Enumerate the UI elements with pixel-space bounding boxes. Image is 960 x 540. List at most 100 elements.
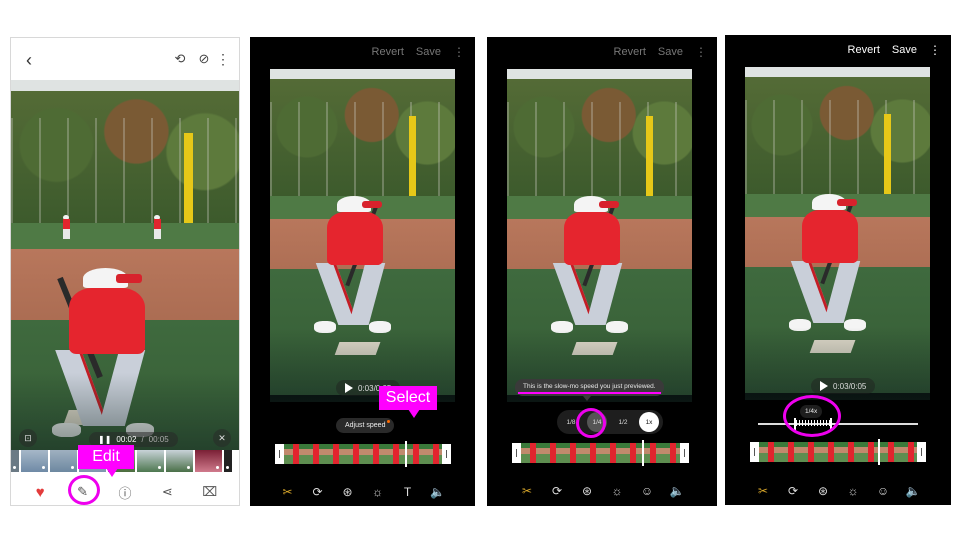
more-options-button[interactable]: ⋮	[929, 43, 941, 57]
scissors-icon: ✂	[521, 484, 533, 498]
trash-icon: ⌧	[202, 484, 218, 499]
more-options-button[interactable]: ⋮	[453, 45, 465, 59]
speed-option-1x[interactable]: 1x	[639, 412, 659, 432]
playhead[interactable]	[642, 440, 644, 466]
adjust-tool[interactable]: ☼	[370, 484, 386, 500]
thumbnail[interactable]	[21, 450, 48, 472]
brightness-icon: ☼	[847, 484, 859, 498]
delete-button[interactable]: ⌧	[200, 482, 220, 502]
speed-option-1-2[interactable]: 1/2	[613, 412, 633, 432]
audio-tool[interactable]: 🔈	[430, 484, 446, 500]
thumbnail[interactable]	[224, 450, 232, 472]
thumbnail[interactable]	[137, 450, 164, 472]
pause-icon[interactable]: ❚❚	[98, 435, 111, 444]
editor-toolbar: ✂ ⟳ ⊛ ☼ T 🔈	[250, 484, 475, 500]
play-icon	[345, 383, 353, 393]
auto-rotate-icon: ⊘	[198, 51, 210, 66]
revert-button[interactable]: Revert	[848, 44, 880, 56]
video-preview[interactable]	[507, 69, 692, 402]
thumbnail[interactable]	[166, 450, 193, 472]
editor-header: Revert Save ⋮	[614, 45, 707, 59]
transform-tool[interactable]: ⟳	[310, 484, 326, 500]
sticker-tool[interactable]: ☺	[875, 483, 891, 499]
favorite-button[interactable]: ♥	[30, 482, 50, 502]
trim-tool[interactable]: ✂	[280, 484, 296, 500]
highlight-underline	[518, 392, 661, 394]
play-control[interactable]: 0:03/0:05	[811, 378, 876, 394]
transform-tool[interactable]: ⟳	[785, 483, 801, 499]
video-preview[interactable]: ⊡ ❚❚ 00:02 / 00:05 ✕	[11, 80, 239, 455]
adjust-tool[interactable]: ☼	[609, 483, 625, 499]
back-button[interactable]: ‹	[19, 50, 39, 70]
motion-photo-button[interactable]: ⟲	[171, 50, 189, 68]
auto-rotate-button[interactable]: ⊘	[195, 50, 213, 68]
trim-end-handle[interactable]	[917, 442, 926, 462]
trim-start-handle[interactable]	[275, 444, 284, 464]
speaker-icon: 🔈	[905, 484, 921, 498]
more-options-button[interactable]: ⋮	[695, 45, 707, 59]
transform-icon: ⟳	[787, 484, 799, 498]
save-button[interactable]: Save	[658, 46, 683, 58]
filters-tool[interactable]: ⊛	[579, 483, 595, 499]
elapsed-time: 00:02	[116, 435, 137, 444]
background-player	[61, 215, 71, 239]
trim-tool[interactable]: ✂	[755, 483, 771, 499]
details-button[interactable]: ⓘ	[115, 482, 135, 502]
filters-tool[interactable]: ⊛	[815, 483, 831, 499]
mute-button[interactable]: ✕	[213, 429, 231, 447]
playhead[interactable]	[878, 439, 880, 465]
thumbnail[interactable]	[11, 450, 19, 472]
capture-frame-button[interactable]: ⊡	[19, 429, 37, 447]
filters-icon: ⊛	[581, 484, 593, 498]
trim-timeline[interactable]	[750, 439, 926, 465]
revert-button[interactable]: Revert	[614, 46, 646, 58]
text-tool[interactable]: T	[400, 484, 416, 500]
play-icon	[820, 381, 828, 391]
video-time: 0:03/0:05	[833, 381, 867, 391]
sticker-icon: ☺	[640, 484, 654, 498]
more-options-button[interactable]: ⋮	[216, 50, 230, 68]
transform-tool[interactable]: ⟳	[549, 483, 565, 499]
trim-end-handle[interactable]	[442, 444, 451, 464]
trim-end-handle[interactable]	[680, 443, 689, 463]
save-button[interactable]: Save	[416, 46, 441, 58]
trim-start-handle[interactable]	[750, 442, 759, 462]
photo-fence	[11, 117, 239, 230]
video-preview[interactable]: 0:03/0:05	[270, 69, 455, 402]
revert-button[interactable]: Revert	[372, 46, 404, 58]
adjust-tool[interactable]: ☼	[845, 483, 861, 499]
thumbnail[interactable]	[50, 450, 77, 472]
trim-timeline[interactable]	[512, 440, 689, 466]
adjust-speed-button[interactable]: Adjust speed	[336, 418, 395, 433]
total-time: 00:05	[148, 435, 169, 444]
video-preview[interactable]: 0:03/0:05	[745, 67, 930, 400]
trim-tool[interactable]: ✂	[519, 483, 535, 499]
save-button[interactable]: Save	[892, 44, 917, 56]
mute-icon: ✕	[218, 432, 226, 443]
playhead[interactable]	[405, 441, 407, 467]
background-player	[152, 215, 162, 239]
editor-header: Revert Save ⋮	[372, 45, 465, 59]
timeline-frames	[284, 444, 442, 464]
audio-tool[interactable]: 🔈	[905, 483, 921, 499]
slow-mo-tooltip: This is the slow-mo speed you just previ…	[515, 379, 664, 401]
more-vert-icon: ⋮	[216, 50, 230, 67]
filters-icon: ⊛	[342, 485, 353, 499]
brightness-icon: ☼	[611, 484, 623, 498]
trim-timeline[interactable]	[275, 441, 451, 467]
viewer-header: ‹ ⟲ ⊘ ⋮	[11, 38, 239, 80]
sticker-icon: ☺	[876, 484, 890, 498]
heart-icon: ♥	[35, 483, 45, 501]
editor-toolbar: ✂ ⟳ ⊛ ☼ ☺ 🔈	[725, 483, 951, 499]
audio-tool[interactable]: 🔈	[669, 483, 685, 499]
thumbnail[interactable]	[195, 450, 222, 472]
capture-frame-icon: ⊡	[24, 432, 32, 443]
trim-start-handle[interactable]	[512, 443, 521, 463]
transform-icon: ⟳	[312, 485, 323, 499]
scissors-icon: ✂	[757, 484, 769, 498]
share-button[interactable]: ⋖	[157, 482, 177, 502]
speed-highlight-ring	[576, 408, 606, 438]
filters-tool[interactable]: ⊛	[340, 484, 356, 500]
sticker-tool[interactable]: ☺	[639, 483, 655, 499]
batter-figure	[311, 195, 400, 336]
